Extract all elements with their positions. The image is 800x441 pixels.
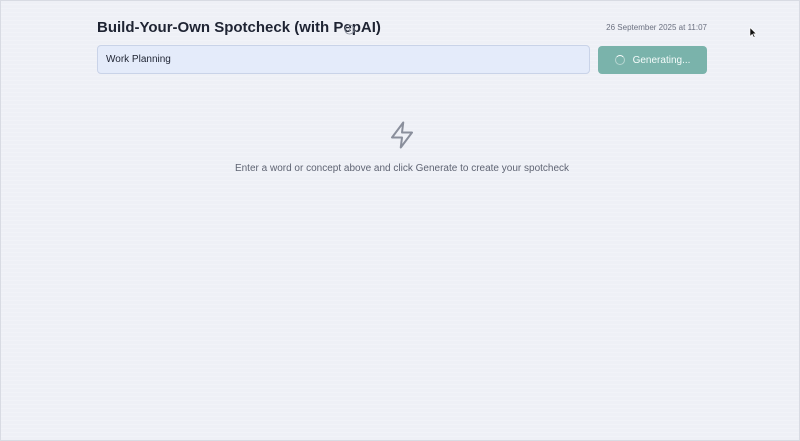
info-icon[interactable] [344, 22, 355, 35]
generate-button-label: Generating... [632, 54, 691, 66]
lightning-bolt-icon [391, 121, 413, 149]
timestamp: 26 September 2025 at 11:07 [606, 23, 707, 32]
spinner-icon [614, 55, 625, 65]
page-header: Build-Your-Own Spotcheck (with PepAI) 26… [97, 18, 707, 38]
mouse-cursor-icon [749, 27, 757, 38]
empty-state: Enter a word or concept above and click … [97, 119, 707, 176]
page-title: Build-Your-Own Spotcheck (with PepAI) [97, 19, 381, 36]
empty-state-message: Enter a word or concept above and click … [234, 163, 570, 174]
concept-input[interactable] [97, 45, 590, 74]
generate-button[interactable]: Generating... [598, 46, 707, 74]
